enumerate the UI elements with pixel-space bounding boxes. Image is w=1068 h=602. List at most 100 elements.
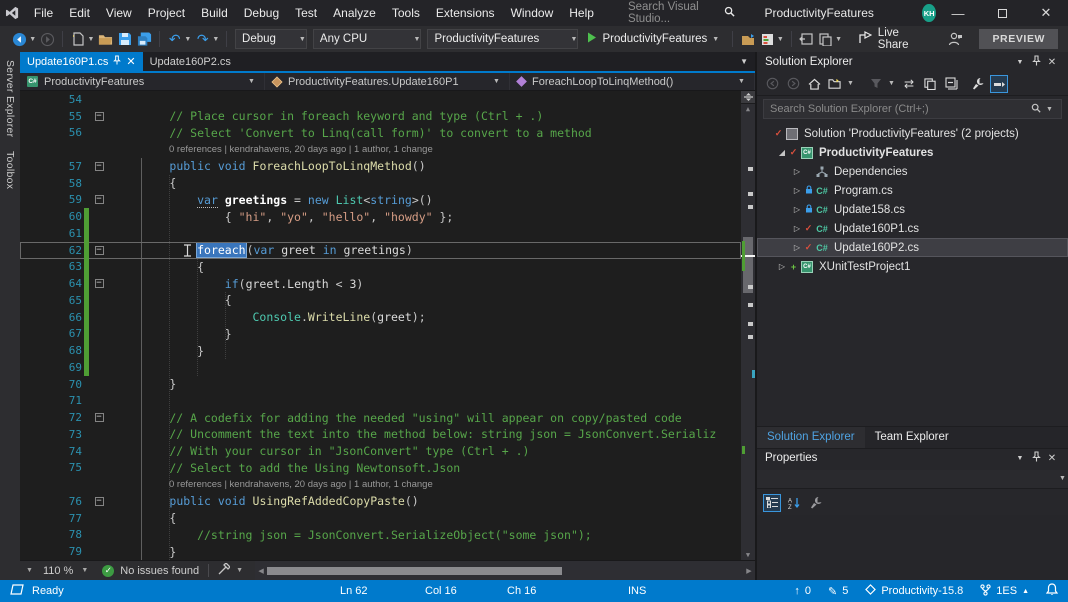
menu-test[interactable]: Test [287,0,325,26]
close-button[interactable]: ✕ [1024,0,1068,26]
menu-view[interactable]: View [98,0,140,26]
pending-edits[interactable]: ✎ 5 [828,585,848,598]
code-text[interactable]: // Uncomment the text into the method be… [108,427,716,441]
breakpoint-margin[interactable] [20,208,54,225]
side-tab-server-explorer[interactable]: Server Explorer [4,60,16,137]
tree-item-solution-productivityfeatures-2-projects-[interactable]: ✓Solution 'ProductivityFeatures' (2 proj… [757,124,1068,143]
editor-splitter-handle[interactable] [741,91,755,104]
undo-icon[interactable]: ↶ [165,28,184,50]
menu-tools[interactable]: Tools [384,0,428,26]
feedback-icon[interactable] [946,28,965,50]
breakpoint-margin[interactable] [20,510,54,527]
breakpoint-margin[interactable] [20,275,54,292]
branch-indicator[interactable]: 1ES ▲ [980,584,1029,599]
new-file-icon[interactable] [68,28,87,50]
breadcrumb-segment[interactable]: C#ProductivityFeatures▼ [20,73,265,90]
breakpoint-margin[interactable] [20,259,54,276]
code-line-66[interactable]: 66 Console.WriteLine(greet); [20,309,741,326]
code-line-62[interactable]: 62− foreach(var greet in greetings) [20,242,741,259]
repository-indicator[interactable]: Productivity-15.8 [865,584,963,598]
chevron-collapsed-icon[interactable]: ▷ [776,262,788,271]
breakpoint-margin[interactable] [20,493,54,510]
code-text[interactable]: public void ForeachLoopToLinqMethod() [108,159,426,173]
code-line-78[interactable]: 78 //string json = JsonConvert.Serialize… [20,527,741,544]
menu-extensions[interactable]: Extensions [428,0,503,26]
panel-tab-team-explorer[interactable]: Team Explorer [865,427,959,448]
copy-paste-icon[interactable] [816,28,835,50]
properties-object-select[interactable]: ▼ [757,470,1068,489]
code-line-75[interactable]: 75 // Select to add the Using Newtonsoft… [20,460,741,477]
breakpoint-margin[interactable] [20,443,54,460]
startup-project-select[interactable]: ProductivityFeatures▼ [427,29,578,49]
code-text[interactable]: } [108,377,176,391]
close-panel-icon[interactable]: ✕ [1044,453,1060,464]
code-line-70[interactable]: 70 } [20,376,741,393]
navigate-back-dropdown[interactable]: ▼ [29,36,38,43]
code-text[interactable]: // A codefix for adding the needed "usin… [108,411,682,425]
pin-icon[interactable] [1028,55,1044,69]
code-line-79[interactable]: 79 } [20,543,741,560]
code-text[interactable]: //string json = JsonConvert.SerializeObj… [108,528,592,542]
menu-build[interactable]: Build [193,0,236,26]
preview-selected-items-toggle[interactable] [990,75,1008,93]
pin-icon[interactable] [1028,451,1044,465]
home-icon[interactable] [805,75,823,93]
breakpoint-margin[interactable] [20,326,54,343]
solution-configuration-select[interactable]: Debug▼ [235,29,307,49]
code-text[interactable]: { [108,260,204,274]
maximize-button[interactable] [980,0,1024,26]
breadcrumb-segment[interactable]: ProductivityFeatures.Update160P1▼ [265,73,510,90]
split-dropdown[interactable]: ▼ [20,567,39,574]
panel-tab-solution-explorer[interactable]: Solution Explorer [757,427,865,448]
code-line-76[interactable]: 76− public void UsingRefAddedCopyPaste() [20,493,741,510]
code-line-71[interactable]: 71 [20,393,741,410]
code-text[interactable]: // With your cursor in "JsonConvert" typ… [108,444,529,458]
scroll-down-arrow[interactable]: ▼ [741,550,755,560]
code-text[interactable]: { [108,293,232,307]
code-line-55[interactable]: 55− // Place cursor in foreach keyword a… [20,108,741,125]
scroll-left-arrow[interactable]: ◀ [255,567,267,575]
avatar[interactable]: KH [922,4,936,22]
code-line-60[interactable]: 60 { "hi", "yo", "hello", "howdy" }; [20,208,741,225]
breakpoint-margin[interactable] [20,309,54,326]
code-text[interactable]: Console.WriteLine(greet); [108,310,426,324]
preview-button[interactable]: PREVIEW [979,29,1058,49]
code-line-72[interactable]: 72− // A codefix for adding the needed "… [20,409,741,426]
diagnostics-icon[interactable] [758,28,777,50]
diagnostics-dropdown[interactable]: ▼ [777,36,786,43]
live-share-button[interactable]: Live Share [858,27,930,51]
code-line-58[interactable]: 58 { [20,175,741,192]
insert-mode-indicator[interactable]: INS [628,580,646,602]
code-line-57[interactable]: 57− public void ForeachLoopToLinqMethod(… [20,158,741,175]
document-tab-update160p2.cs[interactable]: Update160P2.cs [143,52,238,71]
vertical-scrollbar[interactable]: ▲ ▼ [741,91,755,560]
scroll-up-arrow[interactable]: ▲ [741,104,755,114]
side-tab-toolbox[interactable]: Toolbox [4,151,16,189]
undo-dropdown[interactable]: ▼ [184,36,193,43]
code-text[interactable]: } [108,344,204,358]
breakpoint-margin[interactable] [20,460,54,477]
issues-status[interactable]: No issues found [120,565,199,577]
breadcrumb-dropdown[interactable]: ▼ [248,78,257,85]
code-text[interactable]: { [108,176,176,190]
code-line-59[interactable]: 59− var greetings = new List<string>() [20,192,741,209]
document-tab-update160p1.cs[interactable]: Update160P1.cs✕ [20,52,143,71]
cursor-line-indicator[interactable]: Ln 62 [340,580,368,602]
code-text[interactable]: var greetings = new List<string>() [108,193,433,207]
horizontal-scrollbar[interactable]: ◀ ▶ [255,561,755,580]
copy-paste-dropdown[interactable]: ▼ [835,36,844,43]
breakpoint-margin[interactable] [20,108,54,125]
tree-item-update160p1-cs[interactable]: ▷✓C#Update160P1.cs [757,219,1068,238]
code-text[interactable]: { "hi", "yo", "hello", "howdy" }; [108,210,453,224]
switch-views-icon[interactable] [826,75,844,93]
redo-icon[interactable]: ↷ [193,28,212,50]
code-text[interactable]: } [108,327,232,341]
codelens-indicator[interactable]: 0 references | kendrahavens, 20 days ago… [20,141,741,158]
cursor-column-indicator[interactable]: Col 16 [425,580,457,602]
menu-file[interactable]: File [26,0,61,26]
tree-item-update158-cs[interactable]: ▷C#Update158.cs [757,200,1068,219]
breakpoint-margin[interactable] [20,225,54,242]
pin-icon[interactable] [113,55,121,68]
breakpoint-margin[interactable] [20,292,54,309]
code-line-73[interactable]: 73 // Uncomment the text into the method… [20,426,741,443]
